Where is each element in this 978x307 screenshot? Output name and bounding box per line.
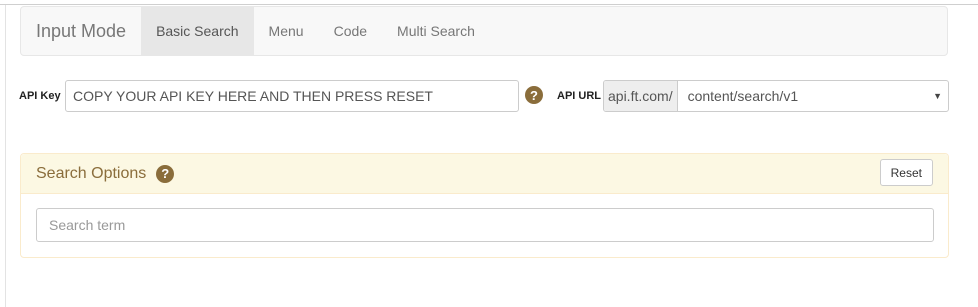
api-url-select[interactable]: content/search/v1 ▼	[678, 81, 948, 111]
nav-item-multi-search[interactable]: Multi Search	[382, 7, 490, 55]
question-circle-icon[interactable]: ?	[525, 86, 543, 104]
top-divider	[0, 4, 978, 5]
search-options-heading: Search Options ? Reset	[21, 154, 948, 194]
reset-button[interactable]: Reset	[879, 159, 933, 186]
nav-item-menu[interactable]: Menu	[254, 7, 319, 55]
nav-item-code[interactable]: Code	[319, 7, 382, 55]
nav-item-basic-search[interactable]: Basic Search	[141, 7, 254, 55]
api-url-prefix: api.ft.com/	[604, 81, 678, 111]
api-url-selected-value: content/search/v1	[687, 88, 799, 104]
left-divider	[5, 5, 6, 307]
api-url-label: API URL	[557, 90, 601, 102]
navbar: Input Mode Basic Search Menu Code Multi …	[20, 6, 948, 56]
search-term-input[interactable]	[36, 208, 934, 242]
search-options-panel: Search Options ? Reset	[20, 153, 949, 258]
navbar-brand[interactable]: Input Mode	[21, 7, 141, 55]
caret-down-icon: ▼	[933, 91, 942, 101]
question-circle-icon[interactable]: ?	[156, 164, 175, 183]
api-key-input[interactable]	[65, 80, 519, 112]
api-url-group: api.ft.com/ content/search/v1 ▼	[603, 80, 949, 112]
search-options-title: Search Options	[36, 164, 147, 182]
api-key-label: API Key	[19, 90, 61, 102]
